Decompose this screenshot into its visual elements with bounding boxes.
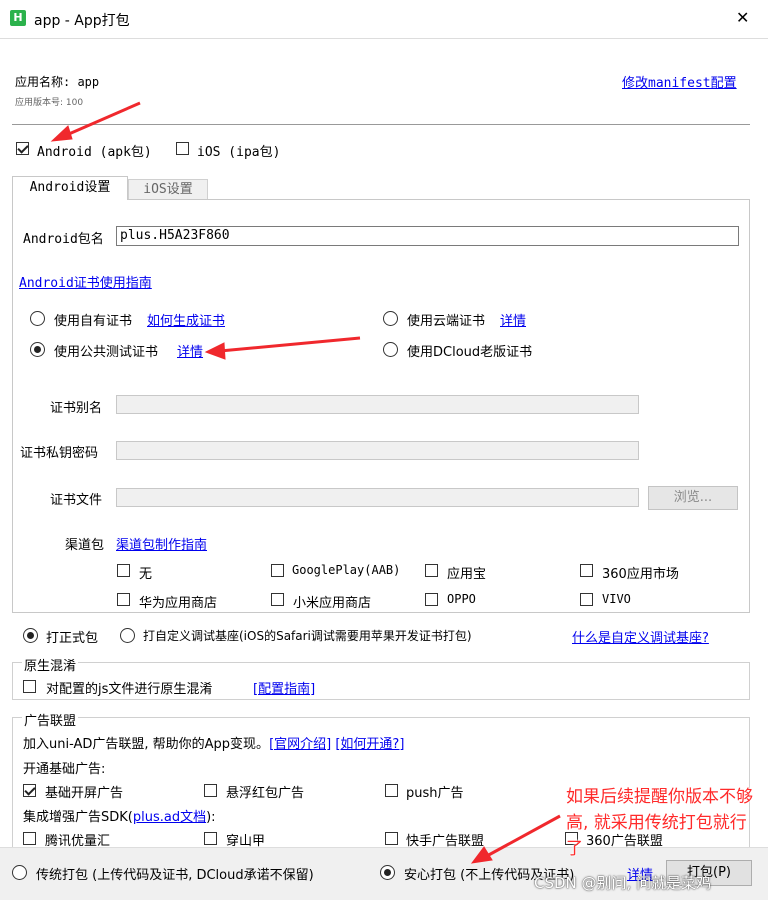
ad-enhanced-checkbox[interactable] xyxy=(385,832,398,845)
ad-basic-label: 基础开屏广告 xyxy=(45,786,124,801)
cert-public-label: 使用公共测试证书 xyxy=(54,345,159,360)
channel-label-item: 无 xyxy=(139,567,153,582)
obfuscation-checkbox[interactable] xyxy=(23,680,36,693)
close-icon[interactable]: ✕ xyxy=(736,8,749,27)
cert-cloud-radio[interactable] xyxy=(383,311,398,326)
ads-enhanced-title: 集成增强广告SDK(plus.ad文档): xyxy=(23,806,216,825)
formal-radio[interactable] xyxy=(23,628,38,643)
cert-dcloud-radio[interactable] xyxy=(383,342,398,357)
cert-own-radio[interactable] xyxy=(30,311,45,326)
ad-enhanced-checkbox[interactable] xyxy=(23,832,36,845)
password-field[interactable] xyxy=(116,441,639,460)
ads-howto-link[interactable]: [如何开通?] xyxy=(335,737,404,752)
cert-guide-link[interactable]: Android证书使用指南 xyxy=(19,272,152,291)
safe-pack-radio[interactable] xyxy=(380,865,395,880)
divider xyxy=(12,124,750,125)
ads-intro: 加入uni-AD广告联盟, 帮助你的App变现。[官网介绍] [如何开通?] xyxy=(23,733,404,752)
app-version: 应用版本号: 100 xyxy=(15,98,84,108)
ad-basic-label: 悬浮红包广告 xyxy=(226,786,305,801)
cert-cloud-label: 使用云端证书 xyxy=(407,314,486,329)
channel-checkbox[interactable] xyxy=(117,593,130,606)
ads-official-link[interactable]: [官网介绍] xyxy=(269,737,331,752)
traditional-pack-label: 传统打包 (上传代码及证书, DCloud承诺不保留) xyxy=(36,868,314,883)
ad-basic-label: push广告 xyxy=(406,786,464,801)
ads-enhanced-link[interactable]: plus.ad文档 xyxy=(133,810,206,825)
channel-checkbox[interactable] xyxy=(580,564,593,577)
file-label: 证书文件 xyxy=(50,493,103,508)
ads-enhanced-prefix: 集成增强广告SDK( xyxy=(23,810,133,825)
window-title: app - App打包 xyxy=(34,13,130,29)
custom-base-radio[interactable] xyxy=(120,628,135,643)
browse-button[interactable]: 浏览... xyxy=(648,486,738,510)
channel-checkbox[interactable] xyxy=(580,593,593,606)
channel-checkbox[interactable] xyxy=(117,564,130,577)
channel-link[interactable]: 渠道包制作指南 xyxy=(116,534,207,553)
channel-label-item: GooglePlay(AAB) xyxy=(292,563,401,577)
cert-own-label: 使用自有证书 xyxy=(54,314,133,329)
watermark: CSDN @别问, 问就是菜鸡 xyxy=(534,874,712,892)
channel-label-item: 华为应用商店 xyxy=(139,596,218,611)
channel-label-item: 360应用市场 xyxy=(602,567,679,582)
app-name: 应用名称: app xyxy=(15,75,100,89)
tab-android-label: Android设置 xyxy=(29,180,111,195)
channel-label: 渠道包 xyxy=(65,538,105,553)
ads-title: 广告联盟 xyxy=(22,710,79,729)
ads-basic-title: 开通基础广告: xyxy=(23,762,106,777)
android-label: Android (apk包) xyxy=(37,145,152,160)
android-checkbox[interactable] xyxy=(16,142,29,155)
alias-field[interactable] xyxy=(116,395,639,414)
channel-checkbox[interactable] xyxy=(271,593,284,606)
file-field[interactable] xyxy=(116,488,639,507)
traditional-pack-radio[interactable] xyxy=(12,865,27,880)
obfuscation-guide-link[interactable]: [配置指南] xyxy=(253,678,315,697)
channel-checkbox[interactable] xyxy=(271,564,284,577)
formal-label: 打正式包 xyxy=(46,631,99,646)
tab-android[interactable]: Android设置 xyxy=(12,176,128,200)
cert-dcloud-label: 使用DCloud老版证书 xyxy=(407,345,533,360)
channel-label-item: OPPO xyxy=(447,592,476,606)
obfuscation-title: 原生混淆 xyxy=(22,655,79,674)
ios-label: iOS (ipa包) xyxy=(197,145,281,160)
ad-basic-checkbox[interactable] xyxy=(204,784,217,797)
app-icon: H xyxy=(10,10,26,26)
ios-checkbox[interactable] xyxy=(176,142,189,155)
custom-base-label: 打自定义调试基座(iOS的Safari调试需要用苹果开发证书打包) xyxy=(143,629,472,643)
ad-enhanced-checkbox[interactable] xyxy=(204,832,217,845)
ads-intro-text: 加入uni-AD广告联盟, 帮助你的App变现。 xyxy=(23,737,270,752)
alias-label: 证书别名 xyxy=(50,401,103,416)
channel-label-item: 应用宝 xyxy=(447,567,487,582)
ad-basic-checkbox[interactable] xyxy=(23,784,36,797)
password-label: 证书私钥密码 xyxy=(20,446,99,461)
title-bar: H app - App打包 ✕ xyxy=(0,0,768,39)
package-input[interactable]: plus.H5A23F860 xyxy=(116,226,739,246)
channel-checkbox[interactable] xyxy=(425,564,438,577)
manifest-link[interactable]: 修改manifest配置 xyxy=(622,72,737,91)
channel-label-item: VIVO xyxy=(602,592,631,606)
tab-ios[interactable]: iOS设置 xyxy=(128,179,208,200)
cert-public-radio[interactable] xyxy=(30,342,45,357)
cert-own-link[interactable]: 如何生成证书 xyxy=(147,310,225,329)
channel-checkbox[interactable] xyxy=(425,593,438,606)
obfuscation-label: 对配置的js文件进行原生混淆 xyxy=(46,682,213,697)
cert-public-link[interactable]: 详情 xyxy=(177,341,203,360)
ads-enhanced-suffix: ): xyxy=(206,810,216,825)
tab-ios-label: iOS设置 xyxy=(143,182,193,197)
annotation-text: 如果后续提醒你版本不够高, 就采用传统打包就行了 xyxy=(566,787,753,859)
custom-base-link[interactable]: 什么是自定义调试基座? xyxy=(572,627,709,646)
cert-cloud-link[interactable]: 详情 xyxy=(500,310,526,329)
channel-label-item: 小米应用商店 xyxy=(293,596,372,611)
ad-basic-checkbox[interactable] xyxy=(385,784,398,797)
package-label: Android包名 xyxy=(23,232,104,247)
browse-button-label: 浏览... xyxy=(673,490,713,505)
